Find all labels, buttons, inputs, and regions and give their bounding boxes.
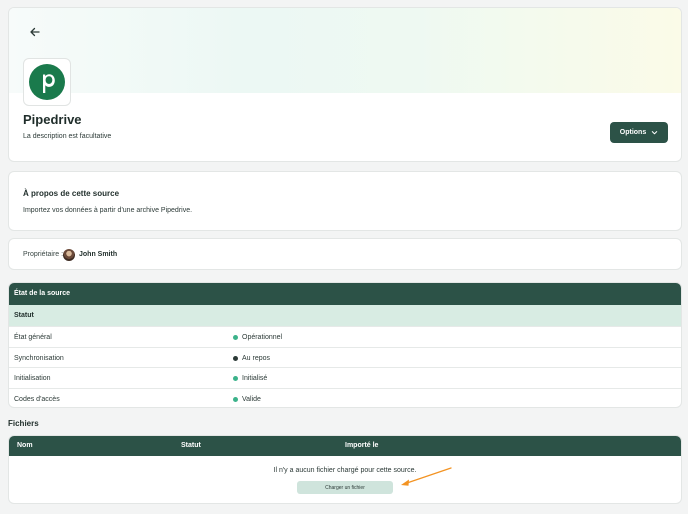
owner-label: Propriétaire : [23, 251, 64, 258]
source-logo [23, 58, 71, 106]
about-text: Importez vos données à partir d'une arch… [23, 207, 193, 214]
options-label: Options [619, 129, 647, 136]
table-row: État général Opérationnel [9, 326, 681, 347]
column-header-name[interactable]: Nom [17, 442, 33, 449]
annotation-arrow-icon [401, 467, 452, 486]
upload-file-button[interactable]: Charger un fichier [297, 481, 393, 494]
options-button[interactable]: Options [610, 122, 668, 143]
status-key: Synchronisation [14, 354, 64, 362]
chevron-down-icon [652, 131, 658, 135]
status-table-title: État de la source [9, 283, 681, 305]
column-header-status[interactable]: Statut [181, 442, 201, 449]
source-header-card: Pipedrive La description est facultative… [8, 7, 682, 162]
source-name: Pipedrive [23, 112, 82, 127]
status-value: Au repos [242, 354, 271, 362]
source-status-table: État de la source Statut État général Op… [8, 282, 682, 408]
status-dot-icon [233, 355, 238, 361]
arrow-left-icon [30, 27, 40, 37]
status-dot-icon [233, 396, 238, 402]
back-button[interactable] [27, 24, 43, 40]
files-section-title: Fichiers [8, 419, 39, 428]
table-row: Codes d'accès Valide [9, 387, 681, 408]
files-table: Nom Statut Importé le Il n'y a aucun fic… [8, 435, 682, 504]
status-key: Initialisation [14, 375, 51, 382]
table-row: Synchronisation Au repos [9, 346, 681, 368]
source-description[interactable]: La description est facultative [23, 133, 111, 140]
owner-card: Propriétaire : John Smith [8, 238, 682, 270]
status-value: Initialisé [242, 375, 268, 382]
pipedrive-logo [29, 64, 65, 100]
status-key: Codes d'accès [14, 395, 60, 403]
files-empty-message: Il n'y a aucun fichier chargé pour cette… [273, 467, 417, 474]
status-dot-icon [233, 376, 238, 381]
about-card: À propos de cette source Importez vos do… [8, 171, 682, 231]
table-row: Initialisation Initialisé [9, 367, 681, 388]
status-value: Valide [242, 395, 261, 403]
header-banner [9, 8, 681, 93]
avatar [63, 249, 75, 261]
status-dot-icon [233, 335, 238, 340]
column-header-imported[interactable]: Importé le [345, 442, 378, 449]
about-title: À propos de cette source [23, 189, 120, 198]
files-table-header: Nom Statut Importé le [9, 436, 681, 456]
owner-name[interactable]: John Smith [79, 251, 117, 258]
status-table-subheader: Statut [9, 305, 681, 326]
status-value: Opérationnel [242, 334, 283, 341]
status-key: État général [14, 334, 52, 341]
